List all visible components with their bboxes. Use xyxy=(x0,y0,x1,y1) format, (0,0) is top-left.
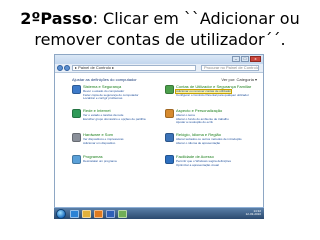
shield-icon[interactable] xyxy=(72,85,81,94)
minimize-button[interactable]: – xyxy=(232,56,240,62)
appearance-icon[interactable] xyxy=(165,109,174,118)
clock-icon[interactable] xyxy=(165,133,174,142)
category-left-0: Sistema e Segurança Rever o estado do com… xyxy=(72,85,162,100)
close-button[interactable]: x xyxy=(250,56,261,62)
category-link[interactable]: Configurar o Controlo Parental para qual… xyxy=(176,93,249,97)
network-icon[interactable] xyxy=(72,109,81,118)
category-link[interactable]: Localizar e corrigir problemas xyxy=(83,97,122,100)
printer-icon[interactable] xyxy=(72,133,81,142)
window-titlebar[interactable]: – □ x xyxy=(55,55,263,64)
category-link[interactable]: Alterar o idioma de apresentação xyxy=(176,141,220,145)
category-right-3: Facilidade de Acesso Permitir que o Windo… xyxy=(165,155,255,169)
category-left-3: Programas Desinstalar um programa xyxy=(72,155,162,169)
slide-title-step: 2ºPasso xyxy=(20,9,93,28)
taskbar: 14:32 12-03-2010 xyxy=(54,207,264,219)
system-tray-clock[interactable]: 14:32 12-03-2010 xyxy=(246,210,261,216)
category-link[interactable]: Ajustar a resolução do ecrã xyxy=(176,121,213,124)
address-bar: ▸ Painel de Controlo ▸ Procurar no Paine… xyxy=(55,64,263,73)
word-icon[interactable] xyxy=(106,210,115,218)
category-link[interactable]: Escolher grupo doméstico e opções de par… xyxy=(83,117,146,121)
category-link[interactable]: Desinstalar um programa xyxy=(83,160,117,163)
address-field[interactable]: ▸ Painel de Controlo ▸ xyxy=(72,65,196,71)
media-player-icon[interactable] xyxy=(94,210,103,218)
forward-arrow-icon[interactable] xyxy=(64,65,70,71)
start-button[interactable] xyxy=(56,209,66,219)
category-right-0: Contas de Utilizador e Segurança Familia… xyxy=(165,85,255,99)
page-title: Ajustar as definições do computador xyxy=(72,77,137,82)
accessibility-icon[interactable] xyxy=(165,155,174,164)
control-panel-icon[interactable] xyxy=(118,210,127,218)
control-panel-window: – □ x ▸ Painel de Controlo ▸ Procurar no… xyxy=(54,54,264,219)
clock-date: 12-03-2010 xyxy=(245,212,261,216)
ie-icon[interactable] xyxy=(70,210,79,218)
users-icon[interactable] xyxy=(165,85,174,94)
category-left-2: Hardware e Som Ver dispositivos e impress… xyxy=(72,133,162,147)
category-right-1: Aspecto e Personalização Alterar o tema Al… xyxy=(165,109,255,124)
category-link[interactable]: Optimizar a apresentação visual xyxy=(176,163,219,167)
category-right-2: Relógio, Idioma e Região Alterar teclados… xyxy=(165,133,255,147)
category-link[interactable]: Adicionar um dispositivo xyxy=(83,141,115,145)
view-by-select[interactable]: Ver por: Categoria ▾ xyxy=(221,77,257,82)
programs-icon[interactable] xyxy=(72,155,81,164)
window-controls: – □ x xyxy=(232,56,261,63)
category-left-1: Rede e Internet Ver o estado e tarefas da… xyxy=(72,109,162,123)
back-arrow-icon[interactable] xyxy=(57,65,63,71)
maximize-button[interactable]: □ xyxy=(241,56,249,62)
slide-title: 2ºPasso: Clicar em ``Adicionar ou remove… xyxy=(0,8,320,50)
search-input[interactable]: Procurar no Painel de Controlo xyxy=(201,65,259,71)
folder-icon[interactable] xyxy=(82,210,91,218)
